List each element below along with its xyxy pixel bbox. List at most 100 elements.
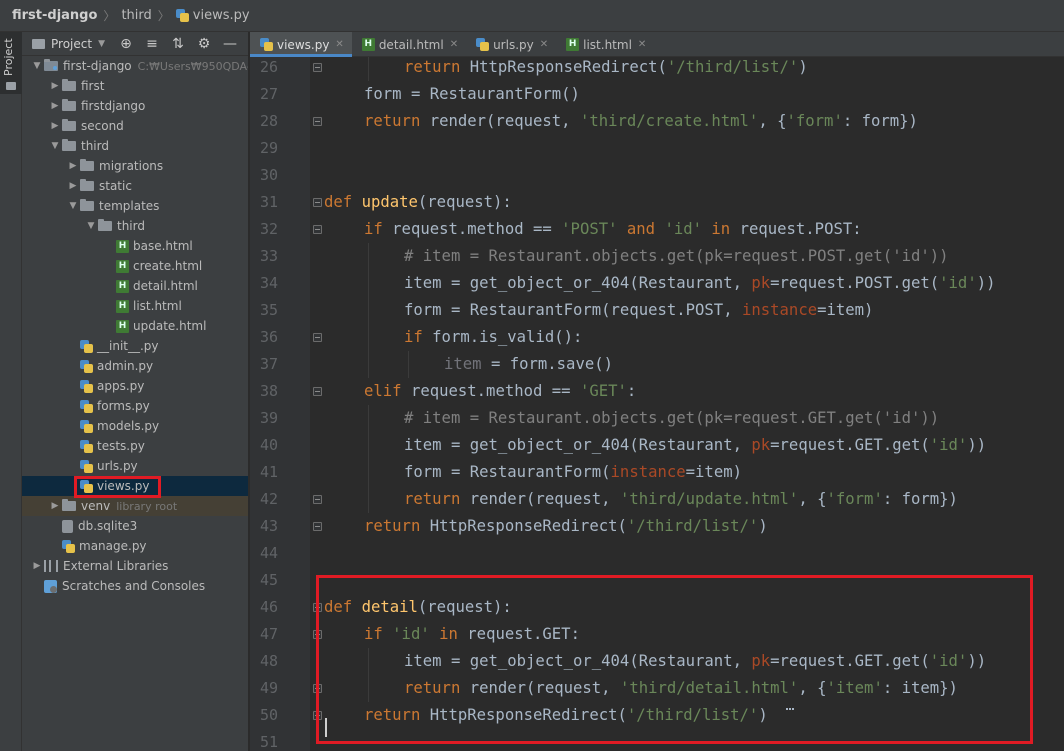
project-panel: Project ▼ ⊕ ≡ ⇅ ⚙ — ▼ first-django C:₩User… <box>22 32 249 751</box>
code-token: 'id' <box>664 220 712 238</box>
fold-marker-icon[interactable] <box>313 117 322 126</box>
tree-item[interactable]: ▼ first-django C:₩Users₩950QDA- <box>22 56 248 76</box>
chevron-right-icon[interactable]: ▶ <box>48 121 62 131</box>
code-token: render(request, <box>429 112 580 130</box>
project-tool-tab[interactable]: Project <box>0 32 22 94</box>
tree-item-label: __init__.py <box>97 339 159 353</box>
code-line: form = RestaurantForm(instance=item) <box>404 459 742 486</box>
collapse-all-icon[interactable]: ⇅ <box>165 32 191 56</box>
tree-item-label: update.html <box>133 319 207 333</box>
code-token: '/third/list/' <box>626 517 759 535</box>
tree-item[interactable]: base.html <box>22 236 248 256</box>
breadcrumb-folder[interactable]: third <box>121 8 151 23</box>
line-number: 34 <box>259 274 278 292</box>
code-token: form = RestaurantForm() <box>364 85 580 103</box>
code-line: item = get_object_or_404(Restaurant, pk=… <box>404 270 996 297</box>
code-token: =request.GET.get( <box>770 436 930 454</box>
line-number: 42 <box>259 490 278 508</box>
chevron-right-icon[interactable]: ▶ <box>66 161 80 171</box>
tree-item[interactable]: list.html <box>22 296 248 316</box>
folder-icon <box>6 82 16 90</box>
indent-guide <box>368 243 369 270</box>
tree-item-label: tests.py <box>97 439 145 453</box>
tree-item[interactable]: ▶ venv library root <box>22 496 248 516</box>
line-number: 44 <box>259 544 278 562</box>
close-icon[interactable]: ✕ <box>638 39 646 50</box>
chevron-right-icon[interactable]: ▶ <box>30 561 44 571</box>
tree-item[interactable]: forms.py <box>22 396 248 416</box>
breadcrumb-project[interactable]: first-django <box>12 8 97 23</box>
tree-item-hint: C:₩Users₩950QDA- <box>137 59 249 73</box>
tree-item[interactable]: db.sqlite3 <box>22 516 248 536</box>
editor-tabs: views.py ✕ detail.html ✕ urls.py ✕ list.html ✕ <box>250 32 1064 57</box>
tree-item[interactable]: ▼ templates <box>22 196 248 216</box>
tree-item[interactable]: ▶ first <box>22 76 248 96</box>
tree-item[interactable]: tests.py <box>22 436 248 456</box>
project-panel-title[interactable]: Project <box>51 37 92 51</box>
tree-item[interactable]: __init__.py <box>22 336 248 356</box>
fold-marker-icon[interactable] <box>313 225 322 234</box>
expand-all-icon[interactable]: ≡ <box>139 32 165 56</box>
tree-item[interactable]: update.html <box>22 316 248 336</box>
tree-item-label: second <box>81 119 124 133</box>
chevron-right-icon[interactable]: ▶ <box>66 181 80 191</box>
chevron-down-icon[interactable]: ▼ <box>66 201 80 211</box>
tree-item[interactable]: ▼ third <box>22 216 248 236</box>
fold-marker-icon[interactable] <box>313 63 322 72</box>
editor-tab[interactable]: list.html ✕ <box>556 32 654 57</box>
tree-item-label: templates <box>99 199 160 213</box>
tree-item[interactable]: manage.py <box>22 536 248 556</box>
editor-tab[interactable]: views.py ✕ <box>250 32 352 57</box>
code-token: , { <box>798 490 827 508</box>
tree-item[interactable]: apps.py <box>22 376 248 396</box>
fold-marker-icon[interactable] <box>313 198 322 207</box>
tree-item[interactable]: ▶ firstdjango <box>22 96 248 116</box>
tree-item[interactable]: ▶ External Libraries <box>22 556 248 576</box>
line-number: 43 <box>259 517 278 535</box>
editor-tab[interactable]: urls.py ✕ <box>466 32 556 57</box>
fold-marker-icon[interactable] <box>313 387 322 396</box>
chevron-right-icon[interactable]: ▶ <box>48 501 62 511</box>
fold-marker-icon[interactable] <box>313 333 322 342</box>
tree-item[interactable]: ▼ third <box>22 136 248 156</box>
fold-marker-icon[interactable] <box>313 522 322 531</box>
tree-item[interactable]: detail.html <box>22 276 248 296</box>
code-token: return <box>404 490 470 508</box>
tree-item[interactable]: Scratches and Consoles <box>22 576 248 596</box>
breadcrumb-file[interactable]: views.py <box>175 8 250 23</box>
tree-item[interactable]: models.py <box>22 416 248 436</box>
indent-guide <box>368 324 369 351</box>
close-icon[interactable]: ✕ <box>335 39 343 50</box>
chevron-down-icon[interactable]: ▼ <box>84 221 98 231</box>
tree-item[interactable]: urls.py <box>22 456 248 476</box>
tree-item-label: models.py <box>97 419 160 433</box>
python-file-icon <box>80 439 93 453</box>
tree-item[interactable]: admin.py <box>22 356 248 376</box>
tree-item[interactable]: ▶ migrations <box>22 156 248 176</box>
tree-item[interactable]: ▶ static <box>22 176 248 196</box>
hide-panel-icon[interactable]: — <box>217 32 243 56</box>
line-number: 29 <box>259 139 278 157</box>
python-file-icon <box>80 459 93 473</box>
chevron-down-icon[interactable]: ▼ <box>98 39 105 49</box>
close-icon[interactable]: ✕ <box>540 39 548 50</box>
tree-item[interactable]: create.html <box>22 256 248 276</box>
chevron-right-icon[interactable]: ▶ <box>48 81 62 91</box>
chevron-down-icon[interactable]: ▼ <box>30 61 44 71</box>
gear-icon[interactable]: ⚙ <box>191 32 217 56</box>
locate-file-icon[interactable]: ⊕ <box>113 32 139 56</box>
code-line: if request.method == 'POST' and 'id' in … <box>364 216 862 243</box>
chevron-right-icon[interactable]: ▶ <box>48 101 62 111</box>
code-token: =request.POST.get( <box>770 274 940 292</box>
tree-item[interactable]: ▶ second <box>22 116 248 136</box>
code-token: : form}) <box>882 490 958 508</box>
fold-marker-icon[interactable] <box>313 495 322 504</box>
database-file-icon <box>62 519 73 533</box>
code-token: 'third/create.html' <box>579 112 759 130</box>
close-icon[interactable]: ✕ <box>450 39 458 50</box>
warning-squiggle <box>786 707 794 710</box>
editor-tab[interactable]: detail.html ✕ <box>352 32 466 57</box>
navigation-bar: first-django 〉 third 〉 views.py <box>0 0 1064 32</box>
chevron-down-icon[interactable]: ▼ <box>48 141 62 151</box>
code-token: 'third/update.html' <box>619 490 799 508</box>
